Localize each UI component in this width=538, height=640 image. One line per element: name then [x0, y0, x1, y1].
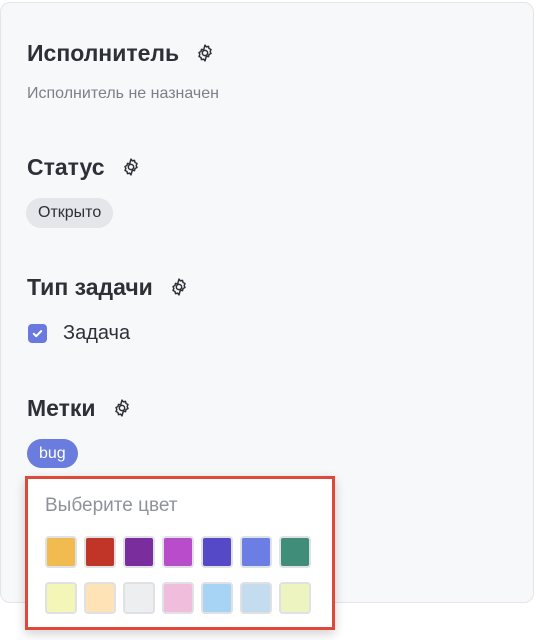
color-swatch[interactable]	[162, 536, 194, 568]
task-type-checkbox[interactable]	[28, 323, 47, 343]
status-badge[interactable]: Открыто	[26, 198, 114, 228]
status-title: Статус	[27, 154, 105, 180]
issue-type-option[interactable]: Задача	[28, 319, 130, 347]
assignee-empty-text: Исполнитель не назначен	[27, 85, 219, 102]
issue-type-section-title: Тип задачи	[27, 272, 189, 302]
color-swatch[interactable]	[162, 582, 194, 614]
color-swatch[interactable]	[123, 536, 155, 568]
labels-section-title: Метки	[27, 393, 132, 423]
color-swatch[interactable]	[84, 582, 116, 614]
color-swatch[interactable]	[279, 582, 311, 614]
color-swatch[interactable]	[201, 536, 233, 568]
gear-icon[interactable]	[112, 398, 132, 418]
color-swatch[interactable]	[279, 536, 311, 568]
gear-icon[interactable]	[121, 157, 141, 177]
issue-type-title: Тип задачи	[27, 274, 153, 300]
color-swatch[interactable]	[123, 582, 155, 614]
assignee-section-title: Исполнитель	[27, 38, 215, 68]
issue-type-label: Задача	[63, 321, 131, 344]
color-swatch-row-1	[45, 536, 311, 568]
gear-icon[interactable]	[195, 43, 215, 63]
color-swatch-row-2	[45, 582, 311, 614]
label-tag-bug[interactable]: bug	[27, 439, 78, 468]
color-swatch[interactable]	[240, 536, 272, 568]
labels-title: Метки	[27, 395, 96, 421]
color-swatch[interactable]	[45, 582, 77, 614]
gear-icon[interactable]	[169, 277, 189, 297]
status-section-title: Статус	[27, 152, 141, 182]
color-swatch[interactable]	[240, 582, 272, 614]
color-picker-title: Выберите цвет	[45, 495, 178, 516]
color-swatch[interactable]	[45, 536, 77, 568]
assignee-title: Исполнитель	[27, 40, 180, 66]
color-swatch[interactable]	[84, 536, 116, 568]
color-swatch[interactable]	[201, 582, 233, 614]
color-picker-popover: Выберите цвет	[25, 476, 335, 630]
